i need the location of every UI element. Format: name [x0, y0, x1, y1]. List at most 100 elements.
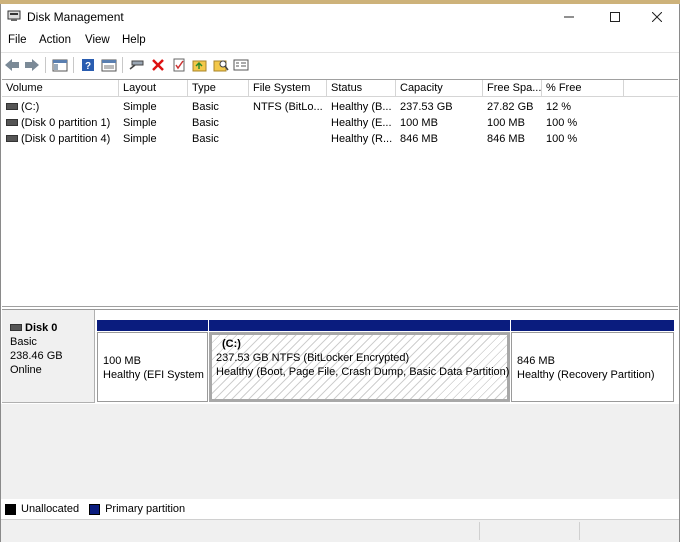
status-cell: Healthy (R...: [331, 133, 393, 145]
delete-icon: [152, 59, 164, 71]
column-header-type[interactable]: Type: [188, 80, 249, 96]
file-system-cell: [249, 116, 327, 131]
partition-body: 846 MB Healthy (Recovery Partition): [511, 332, 674, 402]
disk-icon: [10, 323, 22, 331]
legend-primary-partition: Primary partition: [105, 503, 186, 515]
help-button[interactable]: ?: [79, 56, 97, 74]
volume-list: Volume Layout Type File System Status Ca…: [2, 79, 678, 307]
menu-bar: File Action View Help: [1, 32, 679, 52]
free-space-cell: 846 MB: [487, 133, 525, 145]
column-header-percent-free[interactable]: % Free: [542, 80, 624, 96]
type-cell: Basic: [192, 117, 219, 129]
unallocated-swatch: [5, 503, 16, 515]
menu-help[interactable]: Help: [122, 34, 146, 46]
forward-icon: [25, 59, 39, 71]
column-header-free-space[interactable]: Free Spa...: [483, 80, 542, 96]
forward-button[interactable]: [23, 56, 41, 74]
legend-unallocated: Unallocated: [21, 503, 80, 515]
back-button[interactable]: [3, 56, 21, 74]
partition-size: 100 MB: [103, 355, 141, 367]
disk-view-empty-area: [1, 404, 679, 499]
volume-icon: [6, 102, 18, 110]
menu-view[interactable]: View: [85, 34, 110, 46]
menu-file[interactable]: File: [8, 34, 27, 46]
status-cell: Healthy (B...: [331, 101, 392, 113]
toolbar: ?: [1, 53, 679, 77]
disk-0-label[interactable]: Disk 0 Basic 238.46 GB Online: [2, 310, 95, 403]
properties-icon: [101, 59, 117, 72]
type-cell: Basic: [192, 101, 219, 113]
free-space-cell: 100 MB: [487, 117, 525, 129]
search-button[interactable]: [212, 56, 230, 74]
settings-icon: [233, 59, 249, 71]
disk-size: 238.46 GB: [10, 350, 63, 362]
partition-body-selected: (C:) 237.53 GB NTFS (BitLocker Encrypted…: [209, 332, 510, 402]
partition-size: 846 MB: [517, 355, 555, 367]
status-cell: Healthy (E...: [331, 117, 392, 129]
partition-efi[interactable]: 100 MB Healthy (EFI System: [97, 320, 208, 402]
table-row[interactable]: (C:) Simple Basic NTFS (BitLo... Healthy…: [2, 100, 678, 115]
capacity-cell: 237.53 GB: [400, 101, 453, 113]
minimize-button[interactable]: [547, 4, 591, 30]
settings-button[interactable]: [232, 56, 250, 74]
partition-size: 237.53 GB NTFS (BitLocker Encrypted): [216, 352, 410, 364]
disk-name: Disk 0: [10, 322, 57, 334]
primary-partition-bar: [97, 320, 208, 331]
file-system-cell: NTFS (BitLo...: [253, 101, 323, 113]
file-system-cell: [249, 132, 327, 147]
primary-partition-bar: [511, 320, 674, 331]
check-icon: [173, 58, 185, 72]
percent-free-cell: 12 %: [546, 101, 572, 113]
open-folder-button[interactable]: [191, 56, 209, 74]
status-divider: [479, 522, 480, 540]
primary-partition-bar: [209, 320, 510, 331]
back-icon: [5, 59, 19, 71]
disk-state: Online: [10, 364, 42, 376]
percent-free-cell: 100 %: [546, 117, 578, 129]
volume-name: (Disk 0 partition 4): [21, 133, 111, 145]
title-bar: Disk Management: [1, 4, 679, 30]
layout-cell: Simple: [123, 133, 157, 145]
window-title: Disk Management: [27, 10, 124, 24]
delete-button[interactable]: [149, 56, 167, 74]
connect-icon: [129, 60, 144, 70]
toolbar-separator: [122, 57, 123, 73]
status-divider: [579, 522, 580, 540]
disk-management-window: Disk Management File Action View Help ? …: [0, 4, 680, 542]
volume-cell: (Disk 0 partition 1): [2, 116, 119, 131]
maximize-button[interactable]: [593, 4, 637, 30]
column-header-layout[interactable]: Layout: [119, 80, 188, 96]
partition-c[interactable]: (C:) 237.53 GB NTFS (BitLocker Encrypted…: [209, 320, 510, 402]
column-header-status[interactable]: Status: [327, 80, 396, 96]
svg-text:?: ?: [85, 61, 91, 72]
column-header-file-system[interactable]: File System: [249, 80, 327, 96]
disk-type: Basic: [10, 336, 37, 348]
column-header-volume[interactable]: Volume: [2, 80, 119, 96]
close-button[interactable]: [635, 4, 679, 30]
table-row[interactable]: (Disk 0 partition 4) Simple Basic Health…: [2, 132, 678, 147]
volume-cell: (C:): [2, 100, 119, 115]
volume-cell: (Disk 0 partition 4): [2, 132, 119, 147]
capacity-cell: 846 MB: [400, 133, 438, 145]
disk-name-text: Disk 0: [25, 322, 58, 334]
volume-icon: [6, 118, 18, 126]
volume-name: (C:): [21, 101, 40, 113]
partition-recovery[interactable]: 846 MB Healthy (Recovery Partition): [511, 320, 674, 402]
menu-action[interactable]: Action: [39, 34, 71, 46]
partition-letter: (C:): [222, 338, 241, 350]
status-bar: [1, 519, 679, 542]
connect-button[interactable]: [128, 56, 146, 74]
table-row[interactable]: (Disk 0 partition 1) Simple Basic Health…: [2, 116, 678, 131]
percent-free-cell: 100 %: [546, 133, 578, 145]
console-tree-button[interactable]: [51, 56, 69, 74]
column-header-capacity[interactable]: Capacity: [396, 80, 483, 96]
layout-cell: Simple: [123, 101, 157, 113]
properties-button[interactable]: [100, 56, 118, 74]
maximize-icon: [610, 12, 620, 22]
check-button[interactable]: [170, 56, 188, 74]
partition-status: Healthy (Recovery Partition): [517, 369, 655, 381]
search-icon: [213, 60, 229, 72]
primary-partition-swatch: [89, 503, 101, 515]
show-hide-console-tree-icon: [52, 59, 68, 72]
minimize-icon: [564, 16, 574, 18]
